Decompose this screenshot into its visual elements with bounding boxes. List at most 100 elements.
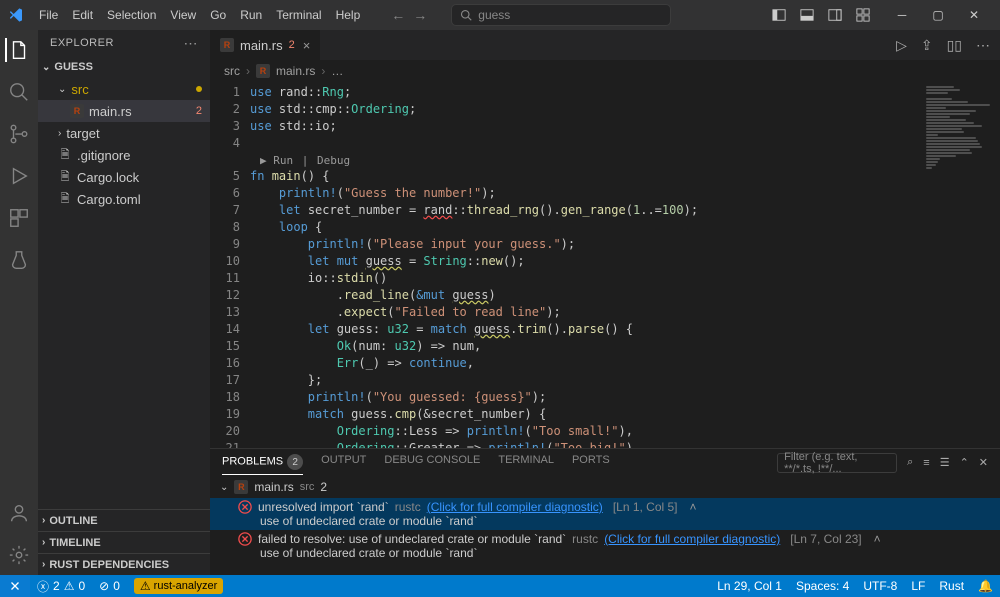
code-line[interactable]: use std::cmp::Ordering; (250, 101, 1000, 118)
section-timeline[interactable]: ›TIMELINE (38, 531, 210, 553)
code-line[interactable]: let mut guess = String::new(); (250, 253, 1000, 270)
tree-src[interactable]: ⌄src (38, 78, 210, 100)
menu-terminal[interactable]: Terminal (269, 4, 328, 26)
nav-forward-icon[interactable]: → (413, 7, 427, 23)
activity-run-debug-icon[interactable] (7, 164, 31, 188)
compare-icon[interactable]: ⇪ (921, 37, 933, 54)
code-line[interactable]: use std::io; (250, 118, 1000, 135)
toggle-panel-icon[interactable] (800, 8, 814, 22)
collapse-icon[interactable]: ˄ (874, 532, 881, 546)
problem-file-row[interactable]: ⌄ R main.rs src 2 (210, 476, 1000, 498)
code-line[interactable]: Ordering::Greater => println!("Too big!"… (250, 440, 1000, 448)
code-line[interactable]: fn main() { (250, 168, 1000, 185)
panel-tab-output[interactable]: OUTPUT (321, 450, 366, 475)
code-line[interactable]: println!("Please input your guess."); (250, 236, 1000, 253)
workspace-root[interactable]: ⌄ GUESS (38, 56, 210, 78)
split-editor-icon[interactable]: ▯▯ (947, 37, 962, 54)
status-notifications-icon[interactable]: 🔔 (971, 575, 1000, 597)
panel-tab-terminal[interactable]: TERMINAL (498, 450, 554, 475)
close-tab-icon[interactable]: × (303, 38, 311, 53)
tree-Cargo-lock[interactable]: 🗎Cargo.lock (38, 166, 210, 188)
collapse-icon[interactable]: ˄ (690, 500, 697, 514)
diagnostic-link[interactable]: (Click for full compiler diagnostic) (604, 532, 780, 546)
editor-more-icon[interactable]: ⋯ (976, 37, 990, 54)
code-line[interactable]: println!("Guess the number!"); (250, 185, 1000, 202)
menu-selection[interactable]: Selection (100, 4, 163, 26)
menu-file[interactable]: File (32, 4, 65, 26)
status-language[interactable]: Rust (932, 575, 971, 597)
breadcrumb[interactable]: src › R main.rs › … (210, 60, 1000, 82)
code-line[interactable]: }; (250, 372, 1000, 389)
explorer-more-icon[interactable]: ⋯ (184, 35, 199, 52)
customize-layout-icon[interactable] (856, 8, 870, 22)
crumb-src[interactable]: src (224, 64, 240, 78)
status-encoding[interactable]: UTF-8 (856, 575, 904, 597)
tree-main-rs[interactable]: Rmain.rs2 (38, 100, 210, 122)
code-line[interactable]: let guess: u32 = match guess.trim().pars… (250, 321, 1000, 338)
code-line[interactable]: let secret_number = rand::thread_rng().g… (250, 202, 1000, 219)
menu-run[interactable]: Run (233, 4, 269, 26)
activity-extensions-icon[interactable] (7, 206, 31, 230)
code-line[interactable]: Ok(num: u32) => num, (250, 338, 1000, 355)
view-as-list-icon[interactable]: ☰ (940, 456, 950, 469)
section-rust-dependencies[interactable]: ›RUST DEPENDENCIES (38, 553, 210, 575)
status-spaces[interactable]: Spaces: 4 (789, 575, 856, 597)
code-line[interactable]: Ordering::Less => println!("Too small!")… (250, 423, 1000, 440)
menu-edit[interactable]: Edit (65, 4, 100, 26)
menu-view[interactable]: View (163, 4, 203, 26)
activity-source-control-icon[interactable] (7, 122, 31, 146)
problems-filter-input[interactable]: Filter (e.g. text, **/*.ts, !**/... (777, 453, 897, 473)
code-line[interactable]: loop { (250, 219, 1000, 236)
status-rust-analyzer[interactable]: ⚠rust-analyzer (127, 575, 230, 597)
toggle-secondary-sidebar-icon[interactable] (828, 8, 842, 22)
activity-accounts-icon[interactable] (7, 501, 31, 525)
code-line[interactable] (250, 135, 1000, 152)
code-area[interactable]: 1234567891011121314151617181920212223242… (210, 82, 1000, 448)
panel-tab-debug-console[interactable]: DEBUG CONSOLE (384, 450, 480, 475)
tab-main-rs[interactable]: R main.rs 2 × (210, 30, 321, 60)
panel-tab-problems[interactable]: PROBLEMS2 (222, 450, 303, 475)
crumb-more[interactable]: … (331, 64, 343, 78)
status-eol[interactable]: LF (904, 575, 932, 597)
maximize-button[interactable]: ▢ (920, 0, 956, 30)
problem-row[interactable]: unresolved import `rand`rustc(Click for … (210, 498, 1000, 530)
activity-explorer-icon[interactable] (5, 38, 31, 62)
tree-target[interactable]: ›target (38, 122, 210, 144)
codelens-run-debug[interactable]: ▶ Run | Debug (250, 152, 1000, 168)
code-line[interactable]: use rand::Rng; (250, 84, 1000, 101)
run-file-icon[interactable]: ▷ (896, 37, 907, 54)
command-center-search[interactable]: guess (451, 4, 671, 26)
maximize-panel-icon[interactable]: ⌃ (960, 456, 969, 469)
tree-Cargo-toml[interactable]: 🗎Cargo.toml (38, 188, 210, 210)
diagnostic-link[interactable]: (Click for full compiler diagnostic) (427, 500, 603, 514)
status-errors[interactable]: ⓧ 2 ⚠ 0 (30, 575, 92, 597)
close-button[interactable]: ✕ (956, 0, 992, 30)
tree--gitignore[interactable]: 🗎.gitignore (38, 144, 210, 166)
code-line[interactable]: .expect("Failed to read line"); (250, 304, 1000, 321)
status-radio[interactable]: ⊘ 0 (92, 575, 127, 597)
status-cursor[interactable]: Ln 29, Col 1 (710, 575, 789, 597)
minimap[interactable] (920, 82, 1000, 448)
close-panel-icon[interactable]: ✕ (979, 456, 988, 469)
code-line[interactable]: println!("You guessed: {guess}"); (250, 389, 1000, 406)
code-line[interactable]: .read_line(&mut guess) (250, 287, 1000, 304)
section-outline[interactable]: ›OUTLINE (38, 509, 210, 531)
toggle-primary-sidebar-icon[interactable] (772, 8, 786, 22)
activity-settings-icon[interactable] (7, 543, 31, 567)
panel-tab-ports[interactable]: PORTS (572, 450, 610, 475)
code-line[interactable]: io::stdin() (250, 270, 1000, 287)
code-line[interactable]: Err(_) => continue, (250, 355, 1000, 372)
minimize-button[interactable]: ─ (884, 0, 920, 30)
activity-search-icon[interactable] (7, 80, 31, 104)
code-line[interactable]: match guess.cmp(&secret_number) { (250, 406, 1000, 423)
menu-go[interactable]: Go (203, 4, 233, 26)
code-content[interactable]: use rand::Rng;use std::cmp::Ordering;use… (250, 82, 1000, 448)
remote-button[interactable] (0, 575, 30, 597)
activity-testing-icon[interactable] (7, 248, 31, 272)
menu-help[interactable]: Help (329, 4, 368, 26)
filter-icon[interactable]: ⌕ (907, 456, 913, 469)
problem-row[interactable]: failed to resolve: use of undeclared cra… (210, 530, 1000, 562)
crumb-file[interactable]: main.rs (276, 64, 315, 78)
nav-back-icon[interactable]: ← (391, 7, 405, 23)
collapse-all-icon[interactable]: ≡ (923, 457, 929, 469)
